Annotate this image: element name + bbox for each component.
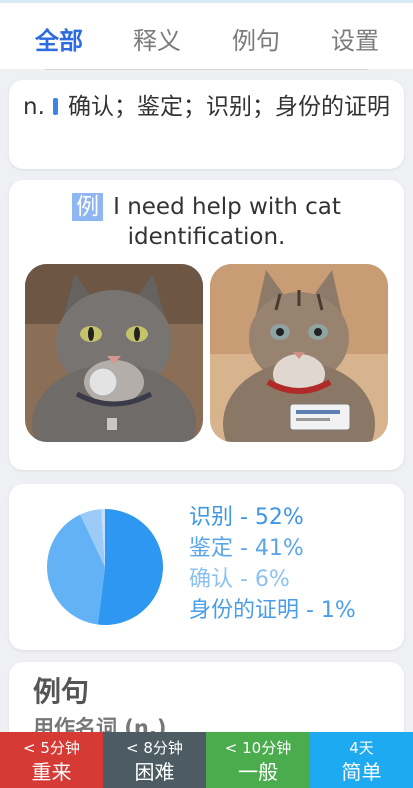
example-card: 例 I need help with cat identification.	[9, 180, 404, 470]
legend-item-appraise: 鉴定 - 41%	[189, 536, 304, 561]
easy-interval: 4天	[349, 739, 374, 757]
legend-item-confirm: 确认 - 6%	[189, 567, 290, 592]
definition-card: n. 确认；鉴定；识别；身份的证明	[9, 80, 404, 169]
example-line: 例 I need help with cat identification.	[29, 192, 384, 252]
tab-all[interactable]: 全部	[9, 3, 109, 69]
good-interval: < 10分钟	[224, 739, 292, 757]
hard-button[interactable]: < 8分钟 困难	[103, 732, 206, 788]
again-button[interactable]: < 5分钟 重来	[0, 732, 103, 788]
easy-label: 简单	[341, 760, 382, 784]
legend-item-identify: 识别 - 52%	[189, 505, 304, 530]
tab-settings[interactable]: 设置	[305, 3, 405, 69]
good-label: 一般	[238, 760, 278, 784]
pie-slice-identify	[97, 509, 163, 625]
hard-label: 困难	[134, 760, 175, 784]
tab-examples[interactable]: 例句	[206, 3, 306, 69]
cat-photo-gray	[25, 264, 203, 442]
part-of-speech: n.	[23, 94, 45, 120]
example-sentence: I need help with cat identification.	[113, 194, 341, 250]
pos-marker	[52, 98, 58, 115]
good-button[interactable]: < 10分钟 一般	[206, 732, 310, 788]
definition-line: n. 确认；鉴定；识别；身份的证明	[23, 92, 390, 123]
pie-legend: 识别 - 52% 鉴定 - 41% 确认 - 6% 身份的证明 - 1%	[189, 502, 356, 626]
again-label: 重来	[31, 760, 72, 784]
rating-bar: < 5分钟 重来 < 8分钟 困难 < 10分钟 一般 4天 简单	[0, 732, 413, 788]
definition-text: 确认；鉴定；识别；身份的证明	[67, 94, 390, 120]
tab-meanings[interactable]: 释义	[107, 3, 207, 69]
tab-divider	[45, 69, 368, 70]
legend-item-id-proof: 身份的证明 - 1%	[189, 598, 356, 623]
meaning-stats-card: 识别 - 52% 鉴定 - 41% 确认 - 6% 身份的证明 - 1%	[9, 484, 404, 650]
tab-bar: 全部 释义 例句 设置	[0, 3, 413, 70]
easy-button[interactable]: 4天 简单	[310, 732, 413, 788]
meaning-pie-chart	[47, 509, 163, 625]
cat-photo-tabby	[210, 264, 388, 442]
example-badge: 例	[72, 193, 104, 221]
sentences-title: 例句	[33, 675, 90, 708]
hard-interval: < 8分钟	[126, 739, 183, 757]
again-interval: < 5分钟	[23, 739, 80, 757]
